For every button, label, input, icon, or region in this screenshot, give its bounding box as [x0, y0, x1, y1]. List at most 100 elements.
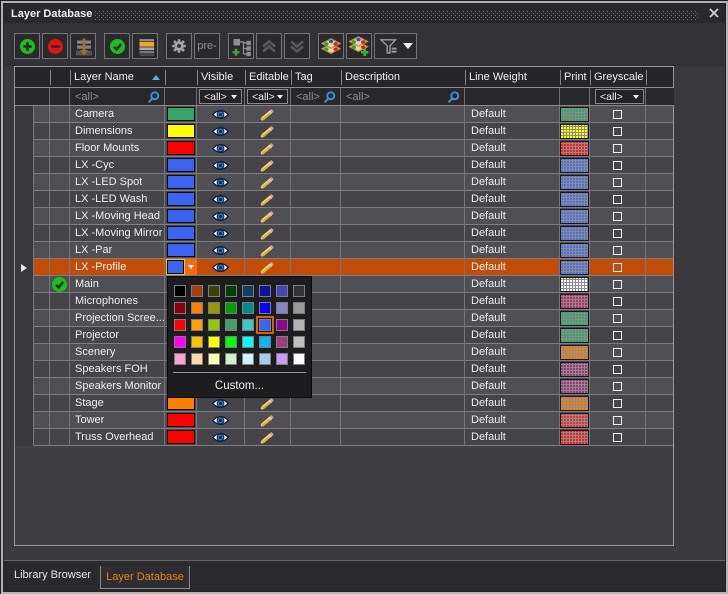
greyscale-checkbox[interactable]	[613, 280, 622, 289]
palette-color-104066[interactable]	[242, 285, 254, 297]
layer-name-cell[interactable]: LX -Moving Mirror	[70, 225, 165, 242]
greyscale-checkbox[interactable]	[613, 110, 622, 119]
close-button[interactable]	[707, 6, 721, 20]
line-weight-cell[interactable]: Default	[465, 412, 560, 429]
color-swatch-editor[interactable]	[166, 259, 185, 275]
description-cell[interactable]	[341, 157, 465, 174]
layers-button[interactable]	[318, 33, 344, 59]
greyscale-cell[interactable]	[590, 327, 646, 344]
editable-cell[interactable]	[245, 123, 291, 140]
palette-color-999900[interactable]	[208, 302, 220, 314]
greyscale-checkbox[interactable]	[613, 382, 622, 391]
layer-row-main[interactable]: MainDefault	[15, 276, 673, 293]
line-weight-cell[interactable]: Default	[465, 208, 560, 225]
palette-color-910491[interactable]	[276, 319, 288, 331]
layer-name-cell[interactable]: LX -Cyc	[70, 157, 165, 174]
editable-pencil-icon[interactable]	[259, 125, 276, 138]
palette-color-404000[interactable]	[208, 285, 220, 297]
visible-eye-icon[interactable]	[212, 399, 229, 408]
description-cell[interactable]	[341, 429, 465, 446]
layer-color-cell[interactable]	[165, 123, 197, 140]
palette-color-333333[interactable]	[293, 285, 305, 297]
color-dropdown-button[interactable]	[185, 259, 197, 275]
visible-cell[interactable]	[197, 140, 245, 157]
print-cell[interactable]	[560, 361, 590, 378]
palette-color-ff0000[interactable]	[174, 319, 186, 331]
editable-pencil-icon[interactable]	[259, 227, 276, 240]
color-swatch[interactable]	[167, 141, 195, 155]
layer-row-floor-mounts[interactable]: Floor MountsDefault	[15, 140, 673, 157]
header-description[interactable]: Description	[341, 67, 465, 87]
print-cell[interactable]	[560, 412, 590, 429]
greyscale-cell[interactable]	[590, 174, 646, 191]
editable-pencil-icon[interactable]	[259, 210, 276, 223]
layer-name-cell[interactable]: Scenery	[70, 344, 165, 361]
line-weight-cell[interactable]: Default	[465, 174, 560, 191]
filter-greyscale[interactable]: <all>	[595, 89, 644, 104]
layer-row-stage[interactable]: StageDefault	[15, 395, 673, 412]
description-cell[interactable]	[341, 242, 465, 259]
palette-color-3b63f0[interactable]	[259, 319, 271, 331]
tag-cell[interactable]	[291, 259, 341, 276]
line-weight-cell[interactable]: Default	[465, 259, 560, 276]
description-cell[interactable]	[341, 208, 465, 225]
layer-name-cell[interactable]: Tower	[70, 412, 165, 429]
palette-color-ffd9a8[interactable]	[191, 353, 203, 365]
line-weight-cell[interactable]: Default	[465, 378, 560, 395]
greyscale-checkbox[interactable]	[613, 229, 622, 238]
palette-color-8585c5[interactable]	[276, 302, 288, 314]
layer-color-cell[interactable]	[165, 106, 197, 123]
greyscale-checkbox[interactable]	[613, 331, 622, 340]
greyscale-checkbox[interactable]	[613, 348, 622, 357]
print-cell[interactable]	[560, 344, 590, 361]
layer-name-cell[interactable]: LX -Par	[70, 242, 165, 259]
line-weight-cell[interactable]: Default	[465, 310, 560, 327]
greyscale-checkbox[interactable]	[613, 246, 622, 255]
editable-pencil-icon[interactable]	[259, 193, 276, 206]
line-weight-cell[interactable]: Default	[465, 225, 560, 242]
layer-name-cell[interactable]: LX -LED Wash	[70, 191, 165, 208]
print-cell[interactable]	[560, 242, 590, 259]
print-cell[interactable]	[560, 123, 590, 140]
layer-row-lx-cyc[interactable]: LX -CycDefault	[15, 157, 673, 174]
visible-eye-icon[interactable]	[212, 161, 229, 170]
layer-color-cell[interactable]	[165, 174, 197, 191]
layer-row-projector[interactable]: ProjectorDefault	[15, 327, 673, 344]
greyscale-checkbox[interactable]	[613, 399, 622, 408]
add-layers-button[interactable]	[346, 33, 372, 59]
print-cell[interactable]	[560, 191, 590, 208]
editable-pencil-icon[interactable]	[259, 142, 276, 155]
palette-color-ff8000[interactable]	[191, 302, 203, 314]
editable-cell[interactable]	[245, 157, 291, 174]
merge-down-button[interactable]	[70, 33, 96, 59]
line-weight-cell[interactable]: Default	[465, 191, 560, 208]
print-cell[interactable]	[560, 429, 590, 446]
layer-name-cell[interactable]: LX -Moving Head	[70, 208, 165, 225]
layer-color-cell[interactable]	[165, 259, 197, 276]
layer-row-lx-led-wash[interactable]: LX -LED Wash Default	[15, 191, 673, 208]
visible-cell[interactable]	[197, 157, 245, 174]
tag-cell[interactable]	[291, 174, 341, 191]
visible-eye-icon[interactable]	[212, 433, 229, 442]
line-weight-cell[interactable]: Default	[465, 395, 560, 412]
tag-cell[interactable]	[291, 429, 341, 446]
layer-row-lx-par[interactable]: LX -ParDefault	[15, 242, 673, 259]
editable-cell[interactable]	[245, 174, 291, 191]
print-cell[interactable]	[560, 276, 590, 293]
description-cell[interactable]	[341, 361, 465, 378]
print-cell[interactable]	[560, 140, 590, 157]
palette-color-ffffb3[interactable]	[208, 353, 220, 365]
description-cell[interactable]	[341, 276, 465, 293]
greyscale-checkbox[interactable]	[613, 297, 622, 306]
greyscale-cell[interactable]	[590, 225, 646, 242]
palette-color-00ffff[interactable]	[242, 336, 254, 348]
layer-name-cell[interactable]: Main	[70, 276, 165, 293]
layer-row-lx-moving-mirror[interactable]: LX -Moving Mirror Default	[15, 225, 673, 242]
line-weight-cell[interactable]: Default	[465, 293, 560, 310]
editable-cell[interactable]	[245, 225, 291, 242]
layer-color-cell[interactable]	[165, 412, 197, 429]
greyscale-cell[interactable]	[590, 157, 646, 174]
palette-color-3fa06e[interactable]	[225, 319, 237, 331]
tag-cell[interactable]	[291, 106, 341, 123]
greyscale-cell[interactable]	[590, 242, 646, 259]
